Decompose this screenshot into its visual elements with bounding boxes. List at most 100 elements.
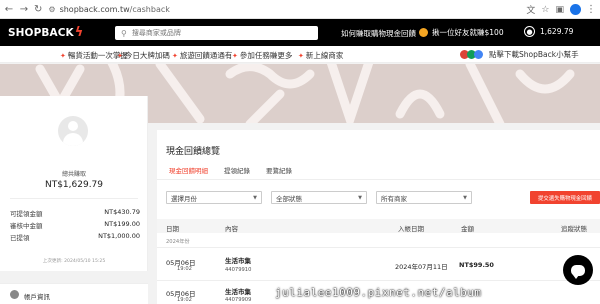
available-amount-row: 可提領金額 NT$430.79: [10, 208, 140, 218]
promo-label: 今日大牌加碼: [124, 51, 170, 60]
divider: [10, 198, 138, 199]
row-value: NT$430.79: [104, 208, 140, 216]
account-icon: [10, 290, 19, 299]
tabs: 現金回饋明細 提領紀錄 要鶩紀錄: [166, 166, 305, 180]
table-header: 日期 內容 入帳日期 金額 追蹤狀態: [157, 219, 600, 233]
year-label: 2024年份: [166, 239, 190, 245]
last-updated: 上次更新: 2024/05/10 15:25: [42, 259, 106, 264]
promo-label: 參加任務賺更多: [239, 51, 293, 60]
coin-icon: [419, 28, 428, 37]
search-bar[interactable]: ⚲: [115, 26, 318, 40]
row-order: 44079909: [225, 297, 252, 303]
sparkle-icon: ✦: [232, 51, 238, 60]
tab-divider: [157, 179, 600, 180]
user-balance[interactable]: ● 1,629.79: [524, 26, 573, 37]
promo-nav: ✦ 暢貨活動一次掌握 ✦ 今日大牌加碼 ✦ 旅遊回饋通通有 ✦ 參加任務賺更多 ✦ 新上線…: [0, 46, 600, 63]
cashback-overview: 現金回饋總覽 現金回饋明細 提領紀錄 要鶩紀錄 選擇月份 ▼ 全部狀態 ▼ 所有…: [157, 130, 600, 304]
page-title: 現金回饋總覽: [166, 147, 221, 157]
row-merchant: 生活市集: [225, 288, 251, 296]
promo-item-tasks[interactable]: ✦ 參加任務賺更多: [232, 50, 292, 61]
promo-item-travel[interactable]: ✦ 旅遊回饋通通有: [172, 50, 232, 61]
sparkle-icon: ✦: [172, 51, 178, 60]
total-earned-label: 總共賺取: [61, 171, 86, 178]
row-merchant: 生活市集: [225, 257, 251, 265]
browser-apps-icon: [460, 50, 483, 59]
reload-icon[interactable]: ↻: [34, 4, 42, 15]
promo-item-new[interactable]: ✦ 新上線商家: [298, 50, 343, 61]
submit-missing-cashback-button[interactable]: 提交遺失購物現金回饋: [530, 191, 600, 204]
avatar-body: [63, 133, 83, 146]
chevron-down-icon: ▼: [463, 194, 467, 201]
total-earned-amount: NT$1,629.79: [44, 180, 104, 190]
col-amount: 金額: [461, 225, 474, 233]
search-icon[interactable]: ⚲: [121, 29, 127, 38]
sparkle-icon: ✦: [117, 51, 123, 60]
row-order: 44079910: [225, 267, 252, 273]
promo-item-today[interactable]: ✦ 今日大牌加碼: [117, 50, 170, 61]
logo-bolt-icon: ϟ: [74, 24, 84, 40]
browser-profile-avatar[interactable]: [570, 4, 581, 15]
sparkle-icon: ✦: [298, 51, 304, 60]
back-arrow-icon[interactable]: ←: [3, 4, 15, 15]
tab-cashback-details[interactable]: 現金回饋明細: [166, 166, 211, 180]
status-select[interactable]: 全部狀態 ▼: [271, 191, 367, 204]
row-credit-date: 2024年07月11日: [395, 263, 448, 271]
invite-friend-link[interactable]: 揪一位好友就賺$100: [419, 27, 504, 38]
promo-label: 新上線商家: [305, 51, 344, 60]
col-status: 追蹤狀態: [561, 225, 587, 233]
extension-icon[interactable]: ▣: [555, 5, 564, 15]
merchant-select-value: 所有商家: [381, 194, 407, 203]
row-value: NT$1,000.00: [98, 232, 140, 240]
chevron-down-icon: ▼: [253, 194, 257, 201]
merchant-select[interactable]: 所有商家 ▼: [376, 191, 472, 204]
star-icon[interactable]: ☆: [541, 5, 549, 15]
user-balance-amount: 1,629.79: [540, 27, 574, 36]
profile-card: 總共賺取 NT$1,629.79 可提領金額 NT$430.79 審核中金額 NT$…: [0, 96, 148, 271]
watermark: julialee1009.pixnet.net/album: [275, 286, 482, 299]
avatar-head: [68, 121, 78, 131]
browser-address-bar: ← → ↻ ⚙ shopback.com.tw/cashback 文 ☆ ▣ ⋮: [0, 0, 600, 19]
site-header: SHOPBACK ϟ ⚲ 如何賺取購物現金回饋 揪一位好友就賺$100 ● 1,…: [0, 19, 600, 46]
chat-icon: [571, 264, 585, 279]
app-download-link[interactable]: 點擊下載ShopBack小幫手: [460, 49, 579, 60]
withdrawn-amount-row: 已提領 NT$1,000.00: [10, 232, 140, 242]
col-credit-date: 入帳日期: [398, 225, 424, 233]
account-info[interactable]: 帳戶資訊: [0, 283, 148, 304]
chat-button[interactable]: [563, 255, 593, 285]
chevron-down-icon: ▼: [358, 194, 362, 201]
how-to-earn-link[interactable]: 如何賺取購物現金回饋: [341, 28, 416, 39]
status-select-value: 全部狀態: [276, 194, 302, 203]
row-divider: [157, 280, 600, 281]
row-value: NT$199.00: [104, 220, 140, 228]
row-amount: NT$99.50: [459, 261, 494, 269]
row-time: 19:02: [177, 266, 192, 272]
page: { "browser": { "url_domain": "shopback.c…: [0, 0, 600, 304]
url-path: /cashback: [129, 4, 170, 14]
logo-text: SHOPBACK: [8, 26, 74, 39]
browser-menu-icon[interactable]: ⋮: [586, 4, 596, 15]
col-date: 日期: [166, 225, 179, 233]
search-input[interactable]: [131, 29, 302, 37]
row-label: 已提領: [10, 234, 30, 242]
promo-label: 旅遊回饋通通有: [179, 51, 233, 60]
month-select[interactable]: 選擇月份 ▼: [166, 191, 262, 204]
account-label: 帳戶資訊: [24, 293, 50, 301]
site-info-icon[interactable]: ⚙: [48, 5, 55, 14]
row-divider: [157, 247, 600, 248]
tab-withdrawals[interactable]: 提領紀錄: [221, 166, 253, 180]
forward-arrow-icon[interactable]: →: [18, 4, 30, 15]
translate-icon[interactable]: 文: [526, 3, 535, 16]
sparkle-icon: ✦: [60, 51, 66, 60]
tab-requests[interactable]: 要鶩紀錄: [263, 166, 295, 180]
row-time: 19:02: [177, 297, 192, 303]
col-content: 內容: [225, 225, 238, 233]
row-label: 可提領金額: [10, 210, 43, 218]
url-domain: shopback.com.tw: [59, 4, 130, 14]
invite-text: 揪一位好友就賺$100: [432, 28, 504, 37]
month-select-value: 選擇月份: [171, 194, 197, 203]
url-field[interactable]: ⚙ shopback.com.tw/cashback: [48, 2, 170, 17]
profile-avatar: [58, 116, 88, 146]
shopback-logo[interactable]: SHOPBACK ϟ: [8, 24, 84, 40]
pending-amount-row: 審核中金額 NT$199.00: [10, 220, 140, 230]
app-download-label: 點擊下載ShopBack小幫手: [489, 50, 579, 59]
